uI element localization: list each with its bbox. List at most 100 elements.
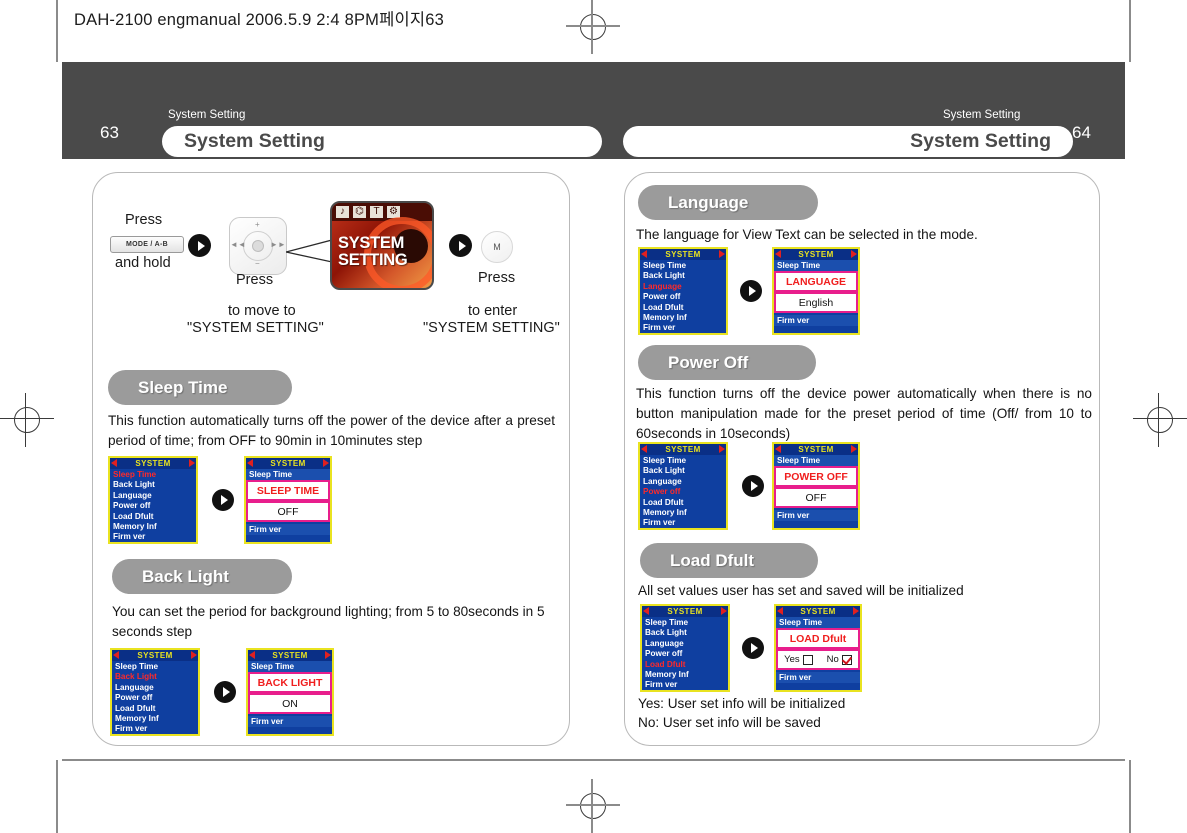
menu-item-power-off[interactable]: Power off: [113, 501, 196, 511]
menu-item-power-off[interactable]: Power off: [643, 487, 726, 497]
menu-item-memory-inf[interactable]: Memory Inf: [113, 522, 196, 532]
navpad-plus-icon: +: [255, 220, 260, 229]
page-title-right: System Setting: [623, 126, 1073, 157]
lcd-setting-value[interactable]: ON: [248, 693, 332, 714]
lcd-left-arrow-icon: [247, 459, 253, 467]
section-body-back-light: You can set the period for background li…: [112, 604, 545, 639]
lcd-right-arrow-icon: [191, 651, 197, 659]
section-title-language: Language: [668, 192, 749, 212]
menu-item-firm-ver[interactable]: Firm ver: [645, 680, 728, 690]
flow-arrow-icon-1: [188, 234, 211, 257]
lcd-title: SYSTEM: [137, 651, 173, 660]
menu-item-language[interactable]: Language: [113, 491, 196, 501]
lcd-setting-value[interactable]: English: [774, 292, 858, 313]
lcd-flow-arrow-language: [740, 280, 762, 302]
section-header-sleep-time: Sleep Time: [108, 370, 292, 405]
section-body-load-dfult: All set values user has set and saved wi…: [638, 583, 964, 598]
yes-option[interactable]: Yes: [784, 654, 813, 665]
menu-item-memory-inf[interactable]: Memory Inf: [645, 670, 728, 680]
menu-item-memory-inf[interactable]: Memory Inf: [115, 714, 198, 724]
navpad-prev-icon: ◄◄: [230, 240, 246, 249]
menu-item-memory-inf[interactable]: Memory Inf: [643, 508, 726, 518]
menu-item-power-off[interactable]: Power off: [115, 693, 198, 703]
menu-item-sleep-time[interactable]: Sleep Time: [113, 470, 196, 480]
lcd-title-bar: SYSTEM: [776, 606, 860, 617]
lcd-title: SYSTEM: [800, 607, 836, 616]
menu-item-memory-inf[interactable]: Memory Inf: [643, 313, 726, 323]
no-option[interactable]: No: [827, 654, 852, 665]
navpad-center-button[interactable]: [252, 240, 264, 252]
menu-item-firm-ver[interactable]: Firm ver: [115, 724, 198, 734]
header-kicker-right: System Setting: [943, 109, 1021, 121]
lcd-detail-sleep-time: SYSTEM Sleep Time SLEEP TIME OFF Firm ve…: [244, 456, 332, 544]
lcd-row-last: Firm ver: [776, 672, 860, 683]
menu-item-load-dfult[interactable]: Load Dfult: [113, 512, 196, 522]
radio-icon: ⌬: [353, 206, 366, 218]
lcd-setting-label: BACK LIGHT: [248, 672, 332, 693]
lcd-detail-back-light: SYSTEM Sleep Time BACK LIGHT ON Firm ver: [246, 648, 334, 736]
registration-mark-right: [1133, 393, 1187, 447]
menu-item-back-light[interactable]: Back Light: [643, 466, 726, 476]
mode-ab-button[interactable]: MODE / A-B: [110, 236, 184, 253]
page-number-left: 63: [100, 123, 119, 142]
lcd-right-arrow-icon: [851, 445, 857, 453]
menu-item-firm-ver[interactable]: Firm ver: [113, 532, 196, 542]
menu-item-sleep-time[interactable]: Sleep Time: [643, 261, 726, 271]
lcd-left-arrow-icon: [775, 250, 781, 258]
lcd-row-last: Firm ver: [774, 510, 858, 521]
load-dfult-footnote-1: Yes: User set info will be initialized: [638, 696, 846, 711]
lcd-title-bar: SYSTEM: [640, 444, 726, 455]
page-title-left-text: System Setting: [184, 130, 325, 152]
menu-item-back-light[interactable]: Back Light: [115, 672, 198, 682]
menu-item-sleep-time[interactable]: Sleep Time: [645, 618, 728, 628]
menu-item-load-dfult[interactable]: Load Dfult: [643, 498, 726, 508]
lcd-setting-value[interactable]: OFF: [774, 487, 858, 508]
menu-item-language[interactable]: Language: [643, 477, 726, 487]
menu-item-firm-ver[interactable]: Firm ver: [643, 518, 726, 528]
lcd-row-first: Sleep Time: [776, 617, 860, 628]
lcd-title-bar: SYSTEM: [112, 650, 198, 661]
lcd-setting-value[interactable]: OFF: [246, 501, 330, 522]
lcd-flow-arrow-back-light: [214, 681, 236, 703]
trim-mark-left-vertical: [56, 0, 58, 62]
lcd-row-last: Firm ver: [248, 716, 332, 727]
menu-item-back-light[interactable]: Back Light: [643, 271, 726, 281]
menu-item-power-off[interactable]: Power off: [643, 292, 726, 302]
section-title-power-off: Power Off: [668, 352, 749, 372]
m-button-label: M: [493, 242, 501, 252]
menu-item-firm-ver[interactable]: Firm ver: [643, 323, 726, 333]
section-body-sleep-time: This function automatically turns off th…: [108, 413, 555, 448]
menu-item-language[interactable]: Language: [115, 683, 198, 693]
flow-move-to-label: to move to: [228, 303, 296, 319]
load-dfult-footnote-2: No: User set info will be saved: [638, 715, 821, 730]
lcd-title-bar: SYSTEM: [774, 249, 858, 260]
lcd-setting-label: POWER OFF: [774, 466, 858, 487]
menu-item-load-dfult[interactable]: Load Dfult: [643, 303, 726, 313]
flow-arrow-icon-2: [449, 234, 472, 257]
menu-item-language[interactable]: Language: [643, 282, 726, 292]
menu-item-back-light[interactable]: Back Light: [113, 480, 196, 490]
menu-item-load-dfult[interactable]: Load Dfult: [645, 660, 728, 670]
lcd-right-arrow-icon: [721, 607, 727, 615]
lcd-menu-list: Sleep Time Back Light Language Power off…: [640, 260, 726, 334]
lcd-menu-sleep-time: SYSTEM Sleep Time Back Light Language Po…: [108, 456, 198, 544]
menu-item-sleep-time[interactable]: Sleep Time: [115, 662, 198, 672]
thumbnail-icon-bar: ♪ ⌬ T ⚙: [332, 203, 432, 221]
navigation-pad[interactable]: + − ◄◄ ►►: [229, 217, 287, 275]
no-checkbox-checked-icon[interactable]: [841, 654, 852, 665]
lcd-left-arrow-icon: [641, 250, 647, 258]
menu-item-sleep-time[interactable]: Sleep Time: [643, 456, 726, 466]
lcd-menu-list: Sleep Time Back Light Language Power off…: [640, 455, 726, 529]
page-header-band: 63 System Setting System Setting System …: [62, 62, 1125, 210]
section-title-sleep-time: Sleep Time: [138, 377, 228, 397]
flow-press-label-1: Press: [125, 212, 163, 228]
yes-checkbox-icon[interactable]: [802, 654, 813, 665]
menu-item-language[interactable]: Language: [645, 639, 728, 649]
menu-item-back-light[interactable]: Back Light: [645, 628, 728, 638]
menu-item-load-dfult[interactable]: Load Dfult: [115, 704, 198, 714]
header-kicker-left: System Setting: [168, 109, 246, 121]
lcd-setting-label: LOAD Dfult: [776, 628, 860, 649]
menu-item-power-off[interactable]: Power off: [645, 649, 728, 659]
lcd-right-arrow-icon: [323, 459, 329, 467]
m-button[interactable]: M: [481, 231, 513, 263]
